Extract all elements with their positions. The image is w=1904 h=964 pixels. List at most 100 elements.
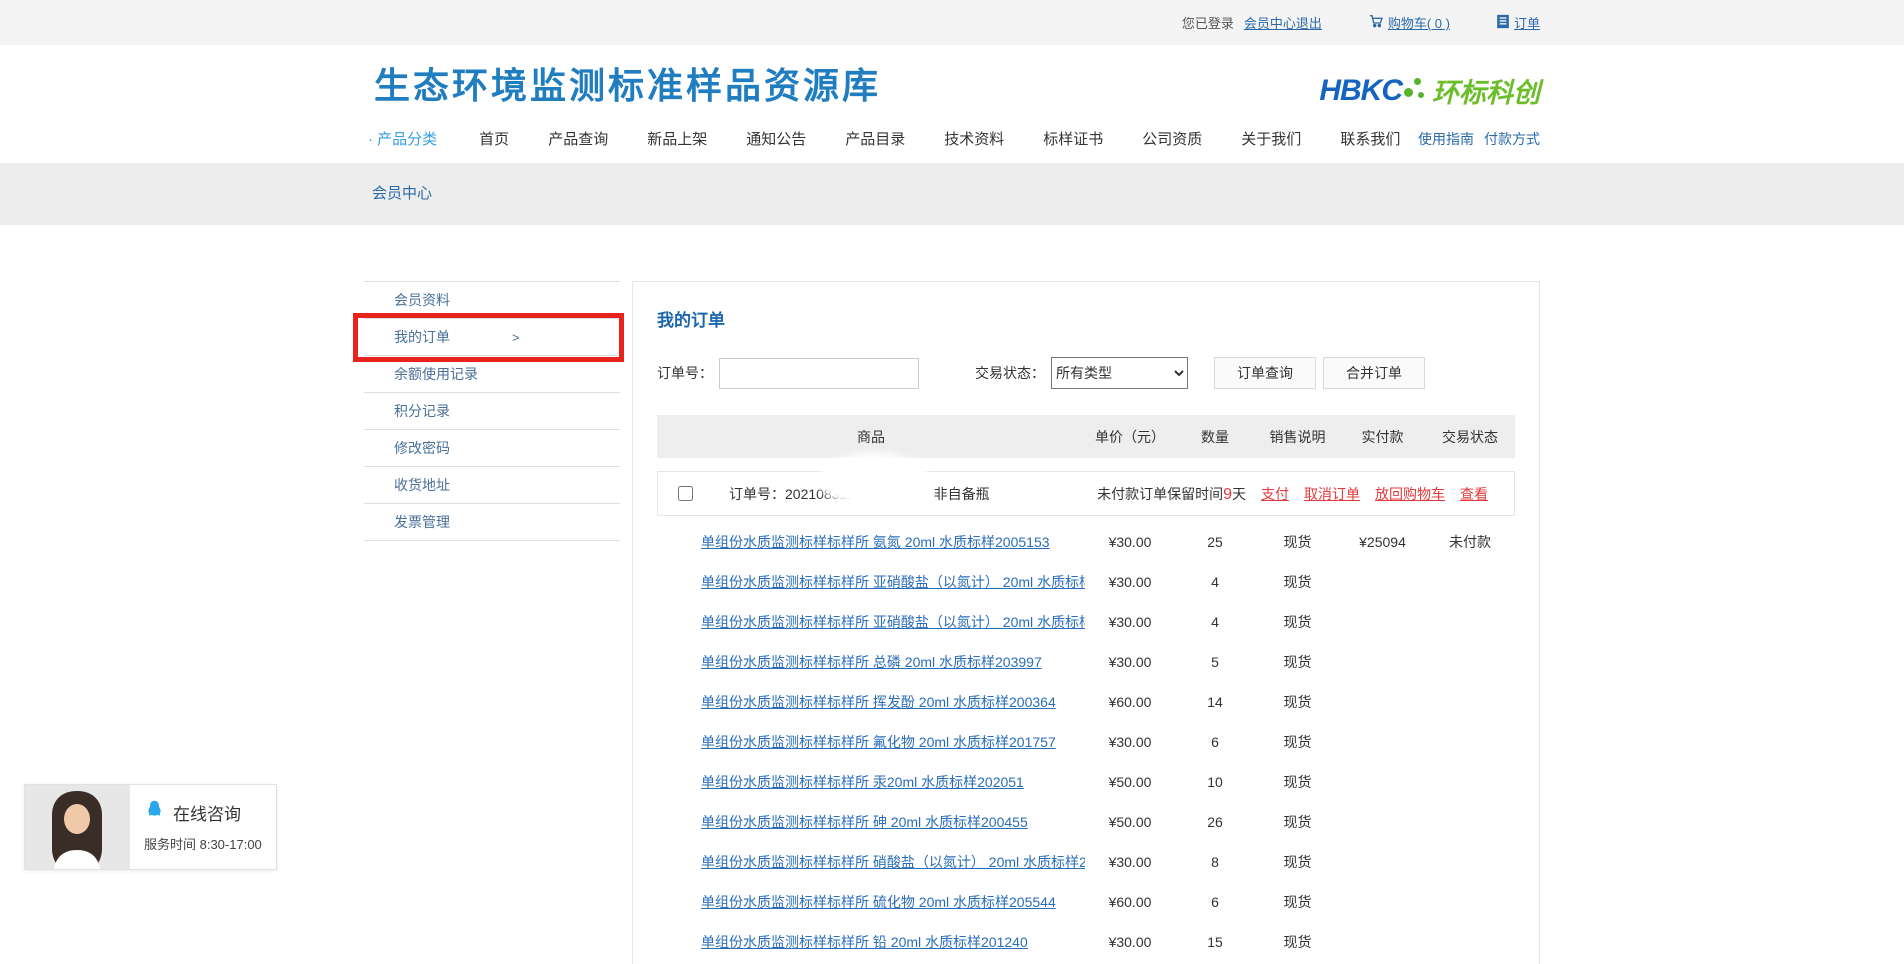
item-sales: 现货 bbox=[1255, 612, 1340, 632]
orders-link[interactable]: 订单 bbox=[1496, 13, 1540, 32]
item-price: ¥30.00 bbox=[1085, 654, 1175, 670]
nav-item-home[interactable]: 首页 bbox=[479, 128, 509, 149]
breadcrumb[interactable]: 会员中心 bbox=[364, 163, 1540, 225]
nav-item-catalog[interactable]: 产品目录 bbox=[845, 128, 905, 149]
orders-table-header: 商品 单价（元） 数量 销售说明 实付款 交易状态 bbox=[657, 415, 1515, 458]
item-sales: 现货 bbox=[1255, 932, 1340, 952]
merge-orders-button[interactable]: 合并订单 bbox=[1323, 357, 1425, 389]
item-qty: 4 bbox=[1175, 574, 1255, 590]
item-qty: 14 bbox=[1175, 694, 1255, 710]
product-link[interactable]: 单组份水质监测标样标样所 砷 20ml 水质标样200455 bbox=[657, 812, 1085, 832]
online-chat-widget[interactable]: 在线咨询 服务时间 8:30-17:00 bbox=[24, 784, 277, 870]
order-item-row: 单组份水质监测标样标样所 氟化物 20ml 水质标样201757 ¥30.00 … bbox=[657, 722, 1515, 762]
member-sidebar: 会员资料 我的订单 > 余额使用记录 积分记录 修改密码 收货地址 发票管理 bbox=[364, 281, 620, 541]
payment-method-link[interactable]: 付款方式 bbox=[1484, 129, 1540, 149]
item-sales: 现货 bbox=[1255, 852, 1340, 872]
retention-days: 9 bbox=[1223, 486, 1232, 503]
item-qty: 26 bbox=[1175, 814, 1255, 830]
sidebar-item-member-profile[interactable]: 会员资料 bbox=[364, 282, 620, 319]
product-link[interactable]: 单组份水质监测标样标样所 硝酸盐（以氮计） 20ml 水质标样200850 bbox=[657, 852, 1085, 872]
nav-item-new-arrivals[interactable]: 新品上架 bbox=[647, 128, 707, 149]
order-list-icon bbox=[1496, 14, 1510, 32]
bottle-note: 非自备瓶 bbox=[934, 484, 990, 504]
view-order-link[interactable]: 查看 bbox=[1460, 484, 1488, 504]
cancel-order-link[interactable]: 取消订单 bbox=[1304, 484, 1360, 504]
product-link[interactable]: 单组份水质监测标样标样所 总磷 20ml 水质标样203997 bbox=[657, 652, 1085, 672]
order-no-input[interactable] bbox=[719, 358, 919, 389]
product-link[interactable]: 单组份水质监测标样标样所 亚硝酸盐（以氮计） 20ml 水质标样200643 bbox=[657, 572, 1085, 592]
col-header-trade-status: 交易状态 bbox=[1425, 427, 1515, 447]
nav-product-category[interactable]: · 产品分类 bbox=[368, 128, 437, 149]
nav-item-about-us[interactable]: 关于我们 bbox=[1241, 128, 1301, 149]
item-qty: 6 bbox=[1175, 734, 1255, 750]
breadcrumb-band: 会员中心 bbox=[0, 163, 1904, 225]
orders-label: 订单 bbox=[1514, 13, 1540, 32]
main-nav: · 产品分类 首页 产品查询 新品上架 通知公告 产品目录 技术资料 标样证书 … bbox=[364, 128, 1540, 163]
col-header-unit-price: 单价（元） bbox=[1085, 427, 1175, 447]
product-link[interactable]: 单组份水质监测标样标样所 氟化物 20ml 水质标样201757 bbox=[657, 732, 1085, 752]
col-header-sales-note: 销售说明 bbox=[1255, 427, 1340, 447]
cart-icon bbox=[1368, 13, 1384, 32]
order-select-checkbox[interactable] bbox=[678, 486, 693, 501]
nav-item-tech-docs[interactable]: 技术资料 bbox=[944, 128, 1004, 149]
sidebar-item-invoice-management[interactable]: 发票管理 bbox=[364, 504, 620, 541]
item-price: ¥30.00 bbox=[1085, 934, 1175, 950]
item-sales: 现货 bbox=[1255, 892, 1340, 912]
chevron-right-icon: > bbox=[512, 330, 520, 345]
my-orders-panel: 我的订单 订单号： 交易状态： 所有类型 订单查询 合并订单 商品 单价（元） … bbox=[632, 281, 1540, 964]
nav-item-contact-us[interactable]: 联系我们 bbox=[1340, 128, 1400, 149]
order-item-row: 单组份水质监测标样标样所 氨氮 20ml 水质标样2005153 ¥30.00 … bbox=[657, 522, 1515, 562]
order-item-row: 单组份水质监测标样标样所 亚硝酸盐（以氮计） 20ml 水质标样200643 ¥… bbox=[657, 562, 1515, 602]
pay-link[interactable]: 支付 bbox=[1261, 484, 1289, 504]
item-price: ¥30.00 bbox=[1085, 614, 1175, 630]
chat-title: 在线咨询 bbox=[173, 800, 241, 825]
return-to-cart-link[interactable]: 放回购物车 bbox=[1375, 484, 1445, 504]
item-sales: 现货 bbox=[1255, 812, 1340, 832]
trade-status-select[interactable]: 所有类型 bbox=[1051, 357, 1188, 389]
order-items: 单组份水质监测标样标样所 氨氮 20ml 水质标样2005153 ¥30.00 … bbox=[657, 522, 1515, 962]
sidebar-item-points-records[interactable]: 积分记录 bbox=[364, 393, 620, 430]
retention-notice: 未付款订单保留时间9天 bbox=[1097, 484, 1246, 504]
sidebar-item-balance-records[interactable]: 余额使用记录 bbox=[364, 356, 620, 393]
order-item-row: 单组份水质监测标样标样所 汞20ml 水质标样202051 ¥50.00 10 … bbox=[657, 762, 1515, 802]
product-link[interactable]: 单组份水质监测标样标样所 亚硝酸盐（以氮计） 20ml 水质标样200644 bbox=[657, 612, 1085, 632]
agent-avatar bbox=[25, 785, 130, 869]
service-time: 服务时间 8:30-17:00 bbox=[144, 834, 262, 853]
nav-item-qualifications[interactable]: 公司资质 bbox=[1142, 128, 1202, 149]
company-logo: HBKC 环标科创 bbox=[1319, 71, 1540, 110]
user-guide-link[interactable]: 使用指南 bbox=[1418, 129, 1474, 149]
order-item-row: 单组份水质监测标样标样所 挥发酚 20ml 水质标样200364 ¥60.00 … bbox=[657, 682, 1515, 722]
product-link[interactable]: 单组份水质监测标样标样所 汞20ml 水质标样202051 bbox=[657, 772, 1085, 792]
col-header-product: 商品 bbox=[657, 427, 1085, 447]
item-price: ¥30.00 bbox=[1085, 574, 1175, 590]
order-no-label: 订单号： bbox=[657, 363, 713, 383]
item-qty: 8 bbox=[1175, 854, 1255, 870]
brand-name: 环标科创 bbox=[1432, 71, 1540, 110]
order-item-row: 单组份水质监测标样标样所 总磷 20ml 水质标样203997 ¥30.00 5… bbox=[657, 642, 1515, 682]
item-price: ¥30.00 bbox=[1085, 534, 1175, 550]
item-sales: 现货 bbox=[1255, 732, 1340, 752]
sidebar-item-my-orders[interactable]: 我的订单 > bbox=[364, 319, 620, 356]
cart-link[interactable]: 购物车( 0 ) bbox=[1368, 13, 1450, 32]
item-sales: 现货 bbox=[1255, 532, 1340, 552]
order-search-button[interactable]: 订单查询 bbox=[1214, 357, 1316, 389]
product-link[interactable]: 单组份水质监测标样标样所 挥发酚 20ml 水质标样200364 bbox=[657, 692, 1085, 712]
col-header-paid-amount: 实付款 bbox=[1340, 427, 1425, 447]
page-title: 我的订单 bbox=[657, 306, 1515, 331]
product-link[interactable]: 单组份水质监测标样标样所 硫化物 20ml 水质标样205544 bbox=[657, 892, 1085, 912]
item-sales: 现货 bbox=[1255, 772, 1340, 792]
qq-penguin-icon bbox=[144, 799, 165, 825]
item-qty: 15 bbox=[1175, 934, 1255, 950]
product-link[interactable]: 单组份水质监测标样标样所 氨氮 20ml 水质标样2005153 bbox=[657, 532, 1085, 552]
sidebar-item-shipping-address[interactable]: 收货地址 bbox=[364, 467, 620, 504]
member-logout-link[interactable]: 会员中心退出 bbox=[1244, 13, 1322, 32]
item-sales: 现货 bbox=[1255, 692, 1340, 712]
nav-item-certificates[interactable]: 标样证书 bbox=[1043, 128, 1103, 149]
product-link[interactable]: 单组份水质监测标样标样所 铅 20ml 水质标样201240 bbox=[657, 932, 1085, 952]
topbar: 您已登录 会员中心退出 购物车( 0 ) 订单 bbox=[0, 0, 1904, 45]
nav-item-notices[interactable]: 通知公告 bbox=[746, 128, 806, 149]
sidebar-item-change-password[interactable]: 修改密码 bbox=[364, 430, 620, 467]
item-status: 未付款 bbox=[1425, 532, 1515, 552]
nav-item-product-query[interactable]: 产品查询 bbox=[548, 128, 608, 149]
order-search-bar: 订单号： 交易状态： 所有类型 订单查询 合并订单 bbox=[657, 357, 1515, 389]
